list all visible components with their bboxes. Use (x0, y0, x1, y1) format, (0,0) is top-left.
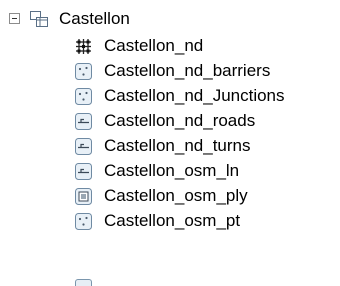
tree-item-castellon-nd-turns[interactable]: Castellon_nd_turns (75, 133, 250, 159)
tree-item-castellon-nd[interactable]: Castellon_nd (75, 33, 203, 59)
network-dataset-icon (76, 38, 91, 54)
tree-item-label: Castellon_osm_ply (104, 186, 248, 205)
tree-item-label: Castellon_nd_turns (104, 136, 251, 155)
tree-item-castellon-nd-barriers[interactable]: Castellon_nd_barriers (75, 58, 270, 84)
point-feature-class-icon (75, 212, 92, 230)
point-feature-class-icon (75, 87, 92, 105)
tree-item-label: Castellon_osm_ln (104, 161, 240, 180)
tree-item-label: Castellon_nd_barriers (104, 61, 271, 80)
line-feature-class-icon (75, 112, 92, 130)
line-feature-class-icon (75, 137, 92, 155)
root-node-label[interactable]: Castellon (59, 8, 130, 30)
tree-item-castellon-osm-ply[interactable]: Castellon_osm_ply (75, 183, 248, 209)
tree-item-label: Castellon_nd_roads (104, 111, 256, 130)
tree-item-label: Castellon_osm_pt (104, 211, 241, 230)
group-layer-icon (30, 11, 48, 27)
tree-item-castellon-nd-roads[interactable]: Castellon_nd_roads (75, 108, 255, 134)
point-feature-class-icon (75, 62, 92, 80)
tree-item-label: Castellon_nd_Junctions (104, 86, 285, 105)
tree-item-label: Castellon_nd (104, 36, 204, 55)
tree-item-castellon-nd-junctions[interactable]: Castellon_nd_Junctions (75, 83, 285, 109)
collapse-toggle-icon[interactable] (9, 13, 20, 24)
line-feature-class-icon (75, 162, 92, 180)
clipped-item-icon (75, 279, 92, 286)
tree-item-castellon-osm-pt[interactable]: Castellon_osm_pt (75, 208, 240, 234)
tree-item-castellon-osm-ln[interactable]: Castellon_osm_ln (75, 158, 239, 184)
polygon-feature-class-icon (75, 187, 92, 205)
catalog-tree: Castellon Castellon_nd Castellon_nd_barr… (0, 0, 340, 286)
